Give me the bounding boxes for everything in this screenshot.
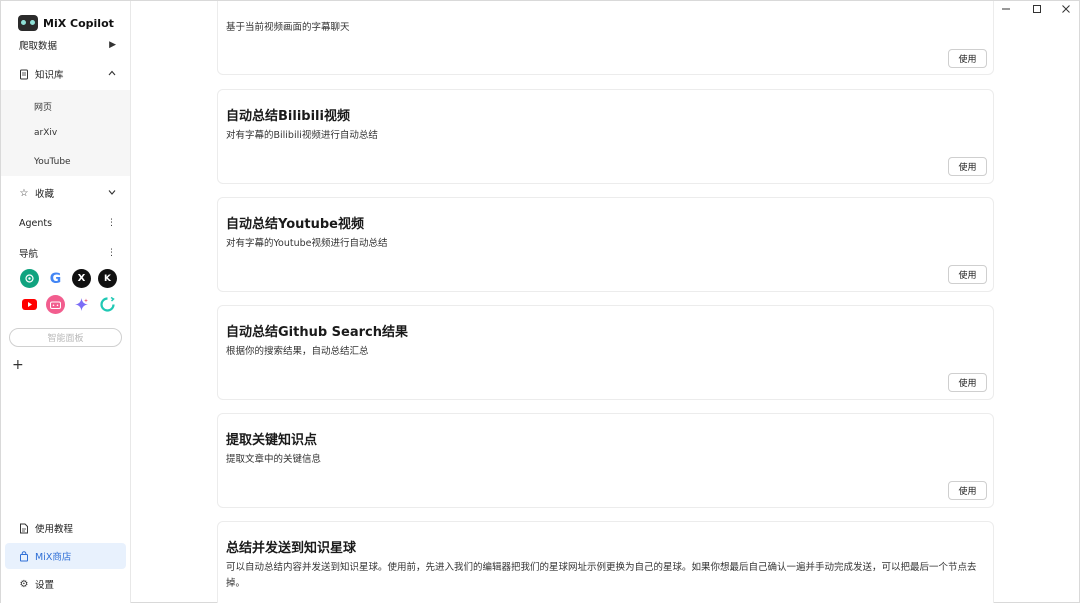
store-card-bilibili-summary: 自动总结Bilibili视频 对有字幕的Bilibili视频进行自动总结 使用	[217, 89, 994, 184]
youtube-icon[interactable]	[20, 295, 39, 314]
sidebar: MiX Copilot 爬取数据 ▶ 知识库 网页 arXiv YouTube …	[1, 1, 131, 603]
more-vertical-icon[interactable]: ⋮	[107, 248, 116, 258]
brand: MiX Copilot	[18, 13, 114, 33]
card-title: 自动总结Github Search结果	[226, 325, 409, 340]
store-card-list: 基于当前视频画面的字幕聊天 使用 自动总结Bilibili视频 对有字幕的Bil…	[132, 1, 1080, 603]
use-button[interactable]: 使用	[948, 157, 987, 176]
sidebar-item-store[interactable]: MiX商店	[5, 543, 126, 569]
sidebar-item-label: 设置	[35, 580, 55, 591]
card-description: 对有字幕的Bilibili视频进行自动总结	[226, 130, 378, 141]
x-icon[interactable]: X	[72, 269, 91, 288]
chevron-down-icon	[108, 188, 116, 198]
card-description: 基于当前视频画面的字幕聊天	[226, 22, 350, 33]
sidebar-item-settings[interactable]: ⚙ 设置	[1, 573, 130, 595]
sidebar-item-agents[interactable]: Agents ⋮	[1, 212, 130, 234]
app-window: MiX Copilot 爬取数据 ▶ 知识库 网页 arXiv YouTube …	[0, 0, 1080, 603]
bilibili-icon[interactable]	[46, 295, 65, 314]
app-name: MiX Copilot	[43, 16, 114, 30]
sidebar-subitem-youtube[interactable]: YouTube	[34, 157, 71, 167]
smart-panel-button[interactable]: 智能面板	[9, 328, 122, 347]
use-button[interactable]: 使用	[948, 373, 987, 392]
sidebar-item-crawl[interactable]: 爬取数据 ▶	[1, 34, 130, 56]
card-title: 总结并发送到知识星球	[226, 541, 357, 556]
refresh-app-icon[interactable]	[98, 295, 117, 314]
sidebar-item-knowledge[interactable]: 知识库	[1, 63, 130, 85]
card-description: 提取文章中的关键信息	[226, 454, 322, 465]
card-description: 对有字幕的Youtube视频进行自动总结	[226, 238, 388, 249]
use-button[interactable]: 使用	[948, 49, 987, 68]
sidebar-subitem-web[interactable]: 网页	[34, 100, 52, 113]
chatgpt-icon[interactable]	[20, 269, 39, 288]
kimi-icon[interactable]: K	[98, 269, 117, 288]
more-vertical-icon[interactable]: ⋮	[107, 218, 116, 228]
card-description: 可以自动总结内容并发送到知识星球。使用前，先进入我们的编辑器把我们的星球网址示例…	[226, 562, 977, 589]
chevron-up-icon	[108, 69, 116, 79]
add-button[interactable]: +	[12, 357, 24, 373]
store-card-key-points: 提取关键知识点 提取文章中的关键信息 使用	[217, 413, 994, 508]
card-title: 自动总结Bilibili视频	[226, 109, 350, 124]
shopping-bag-icon	[18, 550, 30, 562]
store-card-zsxq-send: 总结并发送到知识星球 可以自动总结内容并发送到知识星球。使用前，先进入我们的编辑…	[217, 521, 994, 603]
sidebar-item-tutorial[interactable]: 使用教程	[1, 517, 130, 539]
sidebar-item-label: 使用教程	[35, 524, 74, 535]
sidebar-item-favorites[interactable]: ☆ 收藏	[1, 182, 130, 204]
store-card-youtube-summary: 自动总结Youtube视频 对有字幕的Youtube视频进行自动总结 使用	[217, 197, 994, 292]
document-icon	[18, 68, 30, 80]
card-description: 根据你的搜索结果，自动总结汇总	[226, 346, 369, 357]
sidebar-subitem-arxiv[interactable]: arXiv	[34, 128, 57, 138]
card-title: 提取关键知识点	[226, 433, 318, 448]
google-icon[interactable]: G	[46, 269, 65, 288]
caret-right-icon: ▶	[109, 40, 116, 50]
sidebar-item-navigation[interactable]: 导航 ⋮	[1, 242, 130, 264]
use-button[interactable]: 使用	[948, 265, 987, 284]
file-text-icon	[18, 522, 30, 534]
card-title: 自动总结Youtube视频	[226, 217, 364, 232]
store-card-video-chat: 基于当前视频画面的字幕聊天 使用	[217, 1, 994, 75]
sidebar-item-label: MiX商店	[35, 552, 72, 563]
use-button[interactable]: 使用	[948, 481, 987, 500]
knowledge-subitems: 网页 arXiv YouTube	[1, 90, 130, 176]
star-icon: ☆	[19, 187, 29, 199]
gear-icon: ⚙	[19, 578, 29, 590]
store-card-github-summary: 自动总结Github Search结果 根据你的搜索结果，自动总结汇总 使用	[217, 305, 994, 400]
gemini-icon[interactable]	[72, 295, 91, 314]
app-logo-icon	[18, 15, 38, 31]
